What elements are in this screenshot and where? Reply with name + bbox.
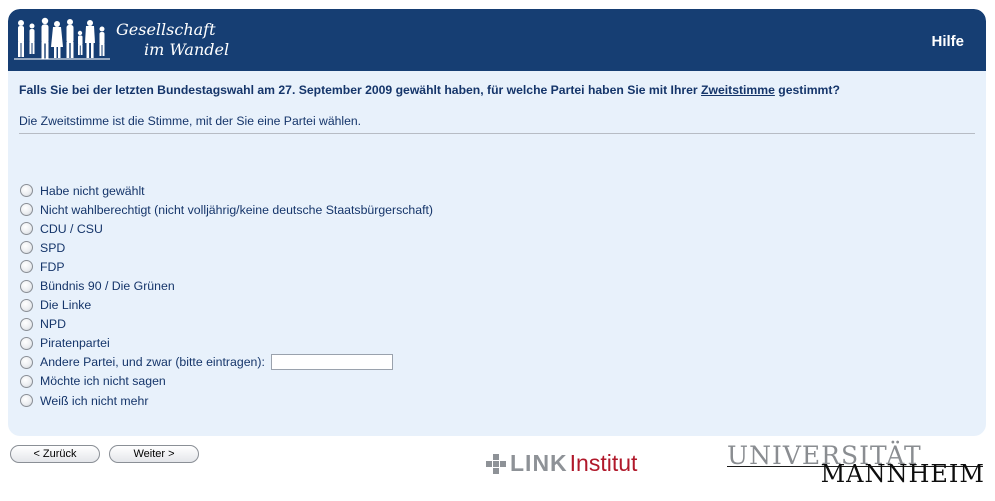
other-party-input[interactable]: [270, 354, 393, 371]
logo-line-1: Gesellschaft: [116, 20, 216, 39]
option-label: Bündnis 90 / Die Grünen: [40, 279, 175, 294]
question-text-before: Falls Sie bei der letzten Bundestagswahl…: [19, 83, 702, 97]
option-label: Möchte ich nicht sagen: [40, 374, 166, 389]
option-weiss-nicht-mehr[interactable]: Weiß ich nicht mehr: [20, 391, 433, 410]
option-label: Weiß ich nicht mehr: [40, 393, 149, 408]
option-fdp[interactable]: FDP: [20, 257, 433, 276]
option-habe-nicht-gewaehlt[interactable]: Habe nicht gewählt: [20, 181, 433, 200]
survey-panel: Gesellschaft im Wandel Hilfe Falls Sie b…: [8, 9, 986, 436]
option-label: FDP: [40, 259, 65, 274]
option-label: Piratenpartei: [40, 336, 110, 351]
link-word: LINK: [510, 450, 568, 476]
radio-button[interactable]: [20, 279, 33, 293]
option-moechte-nicht-sagen[interactable]: Möchte ich nicht sagen: [20, 372, 433, 391]
next-button[interactable]: Weiter >: [109, 445, 199, 463]
radio-button[interactable]: [20, 203, 33, 217]
question-underlined-term: Zweitstimme: [701, 83, 775, 97]
radio-button[interactable]: [20, 298, 33, 312]
option-label: Andere Partei, und zwar (bitte eintragen…: [40, 355, 265, 370]
radio-button[interactable]: [20, 241, 33, 255]
option-label: Nicht wahlberechtigt (nicht volljährig/k…: [40, 202, 434, 217]
people-silhouettes-icon: [14, 17, 110, 60]
option-die-linke[interactable]: Die Linke: [20, 296, 433, 315]
question-text-after: gestimmt?: [774, 83, 840, 97]
radio-button[interactable]: [20, 374, 33, 388]
answer-options: Habe nicht gewählt Nicht wahlberechtigt …: [20, 181, 433, 410]
option-andere-partei[interactable]: Andere Partei, und zwar (bitte eintragen…: [20, 353, 433, 372]
option-gruene[interactable]: Bündnis 90 / Die Grünen: [20, 276, 433, 295]
logo-line-2: im Wandel: [144, 40, 230, 59]
link-cross-icon: [486, 453, 506, 474]
option-label: Habe nicht gewählt: [40, 183, 145, 198]
option-label: SPD: [40, 240, 66, 255]
option-nicht-wahlberechtigt[interactable]: Nicht wahlberechtigt (nicht volljährig/k…: [20, 200, 433, 219]
radio-button[interactable]: [20, 222, 33, 236]
radio-button[interactable]: [20, 336, 33, 350]
option-label: CDU / CSU: [40, 221, 103, 236]
option-piratenpartei[interactable]: Piratenpartei: [20, 334, 433, 353]
option-label: Die Linke: [40, 298, 92, 313]
question-instruction: Die Zweitstimme ist die Stimme, mit der …: [19, 114, 362, 128]
logo-title: Gesellschaft im Wandel: [116, 20, 229, 60]
radio-button[interactable]: [20, 317, 33, 331]
help-link[interactable]: Hilfe: [931, 33, 964, 50]
radio-button[interactable]: [20, 355, 33, 369]
link-institut-word: Institut: [569, 450, 638, 476]
radio-button[interactable]: [20, 394, 33, 408]
radio-button[interactable]: [20, 260, 33, 274]
uni-bottom-word: MANNHEIM: [820, 460, 985, 488]
header-bar: Gesellschaft im Wandel Hilfe: [8, 9, 986, 71]
back-button[interactable]: < Zurück: [10, 445, 100, 463]
question-text: Falls Sie bei der letzten Bundestagswahl…: [19, 83, 840, 97]
option-cdu-csu[interactable]: CDU / CSU: [20, 219, 433, 238]
radio-button[interactable]: [20, 184, 33, 198]
option-npd[interactable]: NPD: [20, 315, 433, 334]
option-label: NPD: [40, 317, 66, 332]
link-institut-logo: LINK Institut: [486, 450, 637, 477]
uni-mannheim-logo: UNIVERSITÄT MANNHEIM: [727, 441, 985, 488]
option-spd[interactable]: SPD: [20, 238, 433, 257]
divider: [19, 133, 975, 134]
